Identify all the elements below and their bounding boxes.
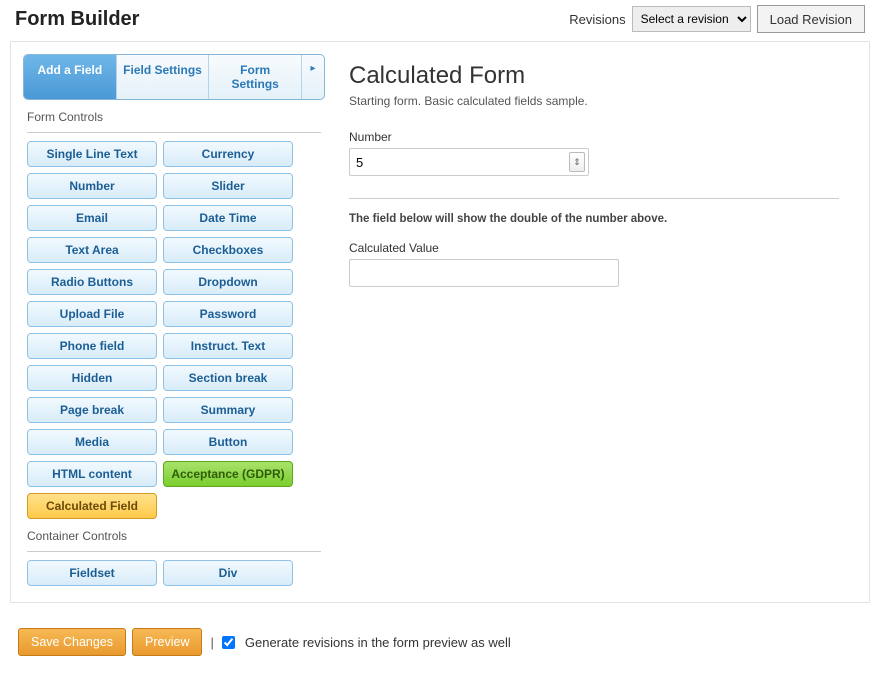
field-phone[interactable]: Phone field (27, 333, 157, 359)
generate-revisions-checkbox[interactable] (222, 636, 235, 649)
field-fieldset[interactable]: Fieldset (27, 560, 157, 586)
field-summary[interactable]: Summary (163, 397, 293, 423)
field-date-time[interactable]: Date Time (163, 205, 293, 231)
section-form-controls: Form Controls (27, 110, 325, 124)
field-text-area[interactable]: Text Area (27, 237, 157, 263)
field-radio-buttons[interactable]: Radio Buttons (27, 269, 157, 295)
load-revision-button[interactable]: Load Revision (757, 5, 865, 33)
field-page-break[interactable]: Page break (27, 397, 157, 423)
builder-tabs: Add a Field Field Settings Form Settings… (23, 54, 325, 100)
field-calculated-field[interactable]: Calculated Field (27, 493, 157, 519)
separator (349, 198, 839, 199)
revision-select[interactable]: Select a revision (632, 6, 751, 32)
number-input-wrapper: ⇕ (349, 148, 589, 176)
tab-field-settings[interactable]: Field Settings (117, 55, 210, 99)
field-slider[interactable]: Slider (163, 173, 293, 199)
instruction-text: The field below will show the double of … (349, 213, 839, 225)
field-single-line-text[interactable]: Single Line Text (27, 141, 157, 167)
field-dropdown[interactable]: Dropdown (163, 269, 293, 295)
field-number[interactable]: Number (27, 173, 157, 199)
field-section-break[interactable]: Section break (163, 365, 293, 391)
field-instruct-text[interactable]: Instruct. Text (163, 333, 293, 359)
field-currency[interactable]: Currency (163, 141, 293, 167)
field-upload-file[interactable]: Upload File (27, 301, 157, 327)
form-title: Calculated Form (349, 62, 839, 90)
revisions-label: Revisions (569, 12, 625, 27)
field-div[interactable]: Div (163, 560, 293, 586)
form-description: Starting form. Basic calculated fields s… (349, 94, 839, 108)
tab-expand-icon[interactable]: ▸ (302, 55, 324, 99)
tab-form-settings[interactable]: Form Settings (209, 55, 302, 99)
number-input[interactable] (356, 151, 582, 173)
number-label: Number (349, 130, 839, 144)
field-hidden[interactable]: Hidden (27, 365, 157, 391)
form-preview-panel: Calculated Form Starting form. Basic cal… (325, 42, 869, 602)
tab-add-field[interactable]: Add a Field (24, 55, 117, 99)
field-media[interactable]: Media (27, 429, 157, 455)
field-password[interactable]: Password (163, 301, 293, 327)
field-acceptance-gdpr[interactable]: Acceptance (GDPR) (163, 461, 293, 487)
field-html-content[interactable]: HTML content (27, 461, 157, 487)
calculated-value-label: Calculated Value (349, 241, 839, 255)
preview-button[interactable]: Preview (132, 628, 202, 656)
page-title: Form Builder (15, 8, 139, 31)
field-email[interactable]: Email (27, 205, 157, 231)
save-changes-button[interactable]: Save Changes (18, 628, 126, 656)
separator-pipe: | (210, 635, 213, 650)
field-checkboxes[interactable]: Checkboxes (163, 237, 293, 263)
calculated-value-input[interactable] (349, 259, 619, 287)
section-container-controls: Container Controls (27, 529, 325, 543)
number-spinner-icon[interactable]: ⇕ (569, 152, 585, 172)
generate-revisions-label: Generate revisions in the form preview a… (245, 635, 511, 650)
field-button[interactable]: Button (163, 429, 293, 455)
